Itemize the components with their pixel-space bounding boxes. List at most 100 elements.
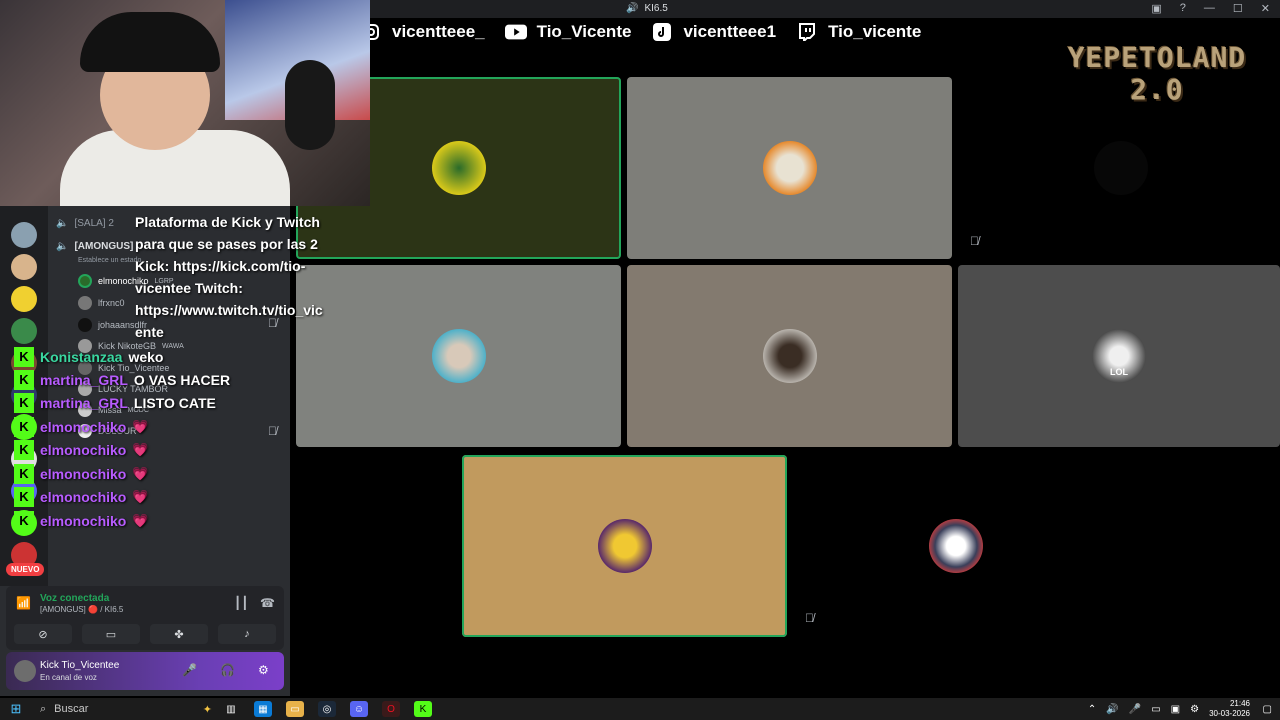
server-icon[interactable]	[11, 254, 37, 280]
screen-share-button[interactable]: ▭	[82, 624, 140, 644]
settings-tray-icon[interactable]: ⚙	[1190, 704, 1199, 715]
tiktok-icon	[651, 23, 673, 41]
minimize-button[interactable]: —	[1204, 2, 1215, 15]
chat-username: Konistanzaa	[40, 349, 123, 365]
avatar	[78, 318, 92, 332]
voice-channel-sala2[interactable]: 🔈 [SALA] 2	[56, 218, 114, 229]
user-avatar	[431, 329, 486, 383]
user-name[interactable]: Kick Tio_Vicentee	[40, 660, 119, 671]
chat-system-message: Plataforma de Kick y Twitch para que se …	[135, 214, 323, 340]
voice-tile[interactable]	[627, 77, 952, 259]
voice-tile[interactable]: LOL	[958, 265, 1280, 447]
taskbar-apps: ▥ ▦ ▭ ◎ ☺ O K	[222, 701, 432, 717]
chat-message: K elmonochiko 💗	[14, 486, 149, 508]
clock[interactable]: 21:46 30-03-2026	[1209, 699, 1250, 719]
chat-message: K Konistanzaa weko	[14, 346, 163, 368]
youtube-text: Tio_Vicente	[536, 22, 632, 41]
network-icon[interactable]: ▣	[1171, 704, 1180, 715]
help-icon[interactable]: ?	[1180, 2, 1186, 15]
user-avatar	[762, 329, 817, 383]
battery-icon[interactable]: ▭	[1151, 704, 1160, 715]
notifications-icon[interactable]: ▢	[1263, 704, 1272, 715]
heart-emote-icon: 💗	[132, 466, 149, 481]
maximize-button[interactable]: ☐	[1233, 2, 1243, 15]
volume-icon[interactable]: 🔊	[1106, 704, 1118, 715]
user-avatar	[597, 519, 652, 573]
channel-label: [SALA] 2	[74, 218, 114, 229]
settings-gear-icon[interactable]: ⚙	[258, 663, 269, 677]
chat-message: K elmonochiko 💗	[14, 416, 149, 438]
voice-member[interactable]: lfrxnc0	[78, 296, 125, 310]
speaker-icon: 🔈	[56, 218, 69, 229]
voice-connection-panel: 📶 Voz conectada [AMONGUS] 🔴 / KI6.5 ┃┃ ☎…	[6, 586, 284, 650]
user-avatar	[431, 141, 486, 195]
store-icon[interactable]: ▦	[254, 701, 272, 717]
server-icon[interactable]	[11, 222, 37, 248]
nuevo-badge[interactable]: NUEVO	[6, 563, 45, 576]
voice-tile[interactable]	[793, 455, 1118, 637]
kick-badge-icon: K	[14, 487, 34, 507]
opera-icon[interactable]: O	[382, 701, 400, 717]
steam-icon[interactable]: ◎	[318, 701, 336, 717]
heart-emote-icon: 💗	[132, 419, 149, 434]
voice-tile[interactable]	[462, 455, 787, 637]
server-icon[interactable]	[11, 286, 37, 312]
chat-username: elmonochiko	[40, 489, 127, 505]
avatar	[78, 296, 92, 310]
discord-icon[interactable]: ☺	[350, 701, 368, 717]
instagram-text: vicentteee_	[392, 22, 485, 41]
microphone-icon[interactable]: 🎤	[182, 663, 197, 677]
chevron-up-icon[interactable]: ⌃	[1088, 704, 1096, 715]
voice-status[interactable]: Voz conectada	[40, 593, 109, 604]
taskbar-search[interactable]: ⌕ Buscar ✦	[32, 700, 212, 718]
twitch-handle: Tio_vicente	[796, 22, 921, 42]
inbox-icon[interactable]: ▣	[1151, 2, 1161, 15]
channel-status[interactable]: Establece un estado	[78, 257, 141, 264]
voice-tile[interactable]	[296, 265, 621, 447]
user-panel: Kick Tio_Vicentee En canal de voz 🎤 🎧 ⚙	[6, 652, 284, 690]
kick-badge-icon: K	[14, 464, 34, 484]
screen: 🔊 KI6.5 ▣ ? — ☐ ✕ LOL 🎙̸ 🎙̸ vicentteee_ …	[0, 0, 1280, 720]
kick-app-icon[interactable]: K	[414, 701, 432, 717]
chat-username: elmonochiko	[40, 466, 127, 482]
muted-icon: 🎙̸	[805, 611, 814, 625]
channel-title: KI6.5	[644, 3, 668, 14]
close-button[interactable]: ✕	[1261, 2, 1270, 15]
camera-off-button[interactable]: ⊘	[14, 624, 72, 644]
chat-text: LISTO CATE	[133, 395, 216, 411]
chat-text: O VAS HACER	[133, 372, 231, 388]
avatar[interactable]	[14, 660, 36, 682]
file-explorer-icon[interactable]: ▭	[286, 701, 304, 717]
chat-username: martina_GRL	[40, 395, 128, 411]
clock-time: 21:46	[1229, 699, 1250, 708]
speaker-icon: 🔈	[56, 241, 69, 252]
voice-channel-amongus[interactable]: 🔈 [AMONGUS]	[56, 241, 133, 252]
logo-line-1: YEPETOLAND	[1067, 41, 1247, 74]
chat-username: elmonochiko	[40, 513, 127, 529]
user-avatar	[762, 141, 817, 195]
voice-channel-name[interactable]: [AMONGUS] 🔴 / KI6.5	[40, 605, 123, 614]
chat-message: K elmonochiko 💗	[14, 439, 149, 461]
server-icon[interactable]	[11, 318, 37, 344]
speaker-icon: 🔊	[626, 3, 639, 14]
youtube-icon	[504, 23, 527, 41]
muted-icon: 🎙̸	[970, 234, 979, 248]
voice-actions: ⊘ ▭ ✤ ♪	[14, 624, 276, 644]
soundboard-button[interactable]: ♪	[218, 624, 276, 644]
headphones-icon[interactable]: 🎧	[220, 663, 235, 677]
heart-emote-icon: 💗	[132, 513, 149, 528]
chat-message: K elmonochiko 💗	[14, 510, 149, 532]
user-avatar	[1093, 141, 1148, 195]
start-button[interactable]: ⊞	[0, 701, 32, 717]
member-name: lfrxnc0	[98, 298, 125, 308]
noise-suppression-icon[interactable]: ┃┃	[234, 596, 248, 610]
mic-tray-icon[interactable]: 🎤	[1129, 704, 1141, 715]
kick-badge-icon: K	[14, 440, 34, 460]
webcam-feed	[0, 0, 370, 206]
task-view-icon[interactable]: ▥	[222, 701, 240, 717]
user-avatar: LOL	[1092, 329, 1146, 383]
voice-tile[interactable]	[627, 265, 952, 447]
youtube-handle: Tio_Vicente	[504, 22, 632, 42]
activities-button[interactable]: ✤	[150, 624, 208, 644]
disconnect-icon[interactable]: ☎	[260, 596, 275, 610]
